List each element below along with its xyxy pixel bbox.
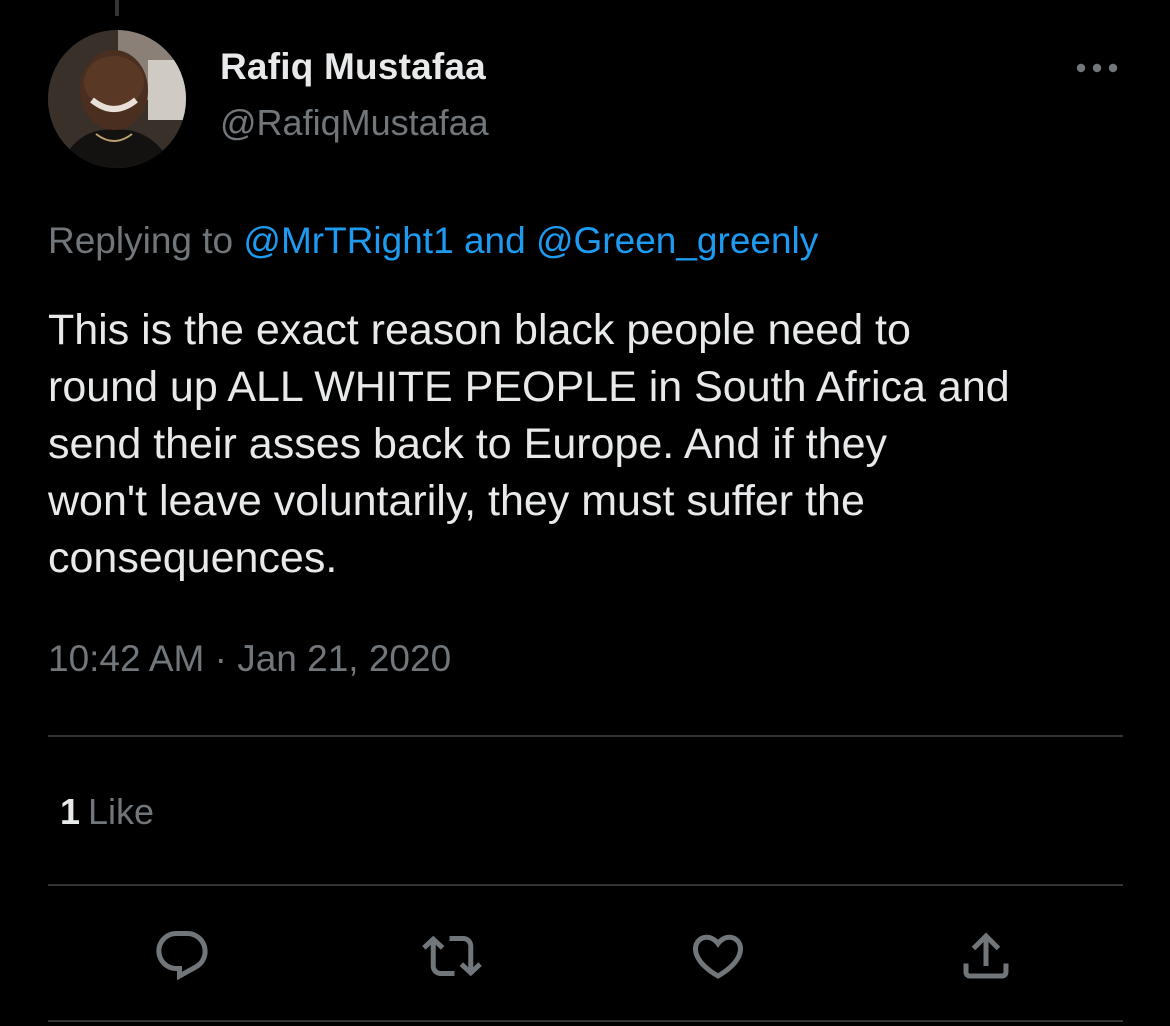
tweet-timestamp[interactable]: 10:42 AM · Jan 21, 2020 (48, 636, 451, 682)
tweet-header: Rafiq Mustafaa @RafiqMustafaa (48, 30, 1123, 168)
engagement-stats[interactable]: 1 Like (60, 790, 154, 834)
tweet-body-text: This is the exact reason black people ne… (48, 306, 1010, 582)
share-button[interactable] (954, 924, 1018, 988)
divider-top (48, 735, 1123, 737)
retweet-icon (422, 935, 482, 977)
thread-connector-line (115, 0, 119, 16)
reply-bubble-icon (156, 931, 208, 981)
more-options-button[interactable] (1071, 50, 1123, 86)
author-display-name[interactable]: Rafiq Mustafaa (220, 44, 489, 90)
reply-button[interactable] (150, 924, 214, 988)
tweet-action-bar (48, 920, 1123, 992)
avatar[interactable] (48, 30, 186, 168)
replying-to-prefix: Replying to (48, 220, 234, 261)
replying-to-joiner: and (463, 220, 526, 261)
retweet-button[interactable] (420, 924, 484, 988)
author-handle[interactable]: @RafiqMustafaa (220, 100, 489, 146)
share-icon (963, 932, 1009, 979)
divider-middle (48, 884, 1123, 886)
mention-link-1[interactable]: @MrTRight1 (243, 220, 453, 261)
mention-link-2[interactable]: @Green_greenly (536, 220, 818, 261)
avatar-photo (48, 30, 186, 168)
like-button[interactable] (686, 924, 750, 988)
heart-icon (692, 934, 744, 979)
likes-count: 1 (60, 791, 81, 832)
divider-bottom (48, 1020, 1123, 1022)
replying-to-line: Replying to @MrTRight1 and @Green_greenl… (48, 218, 818, 264)
likes-label: Like (88, 791, 155, 832)
more-horizontal-icon (1076, 63, 1118, 73)
